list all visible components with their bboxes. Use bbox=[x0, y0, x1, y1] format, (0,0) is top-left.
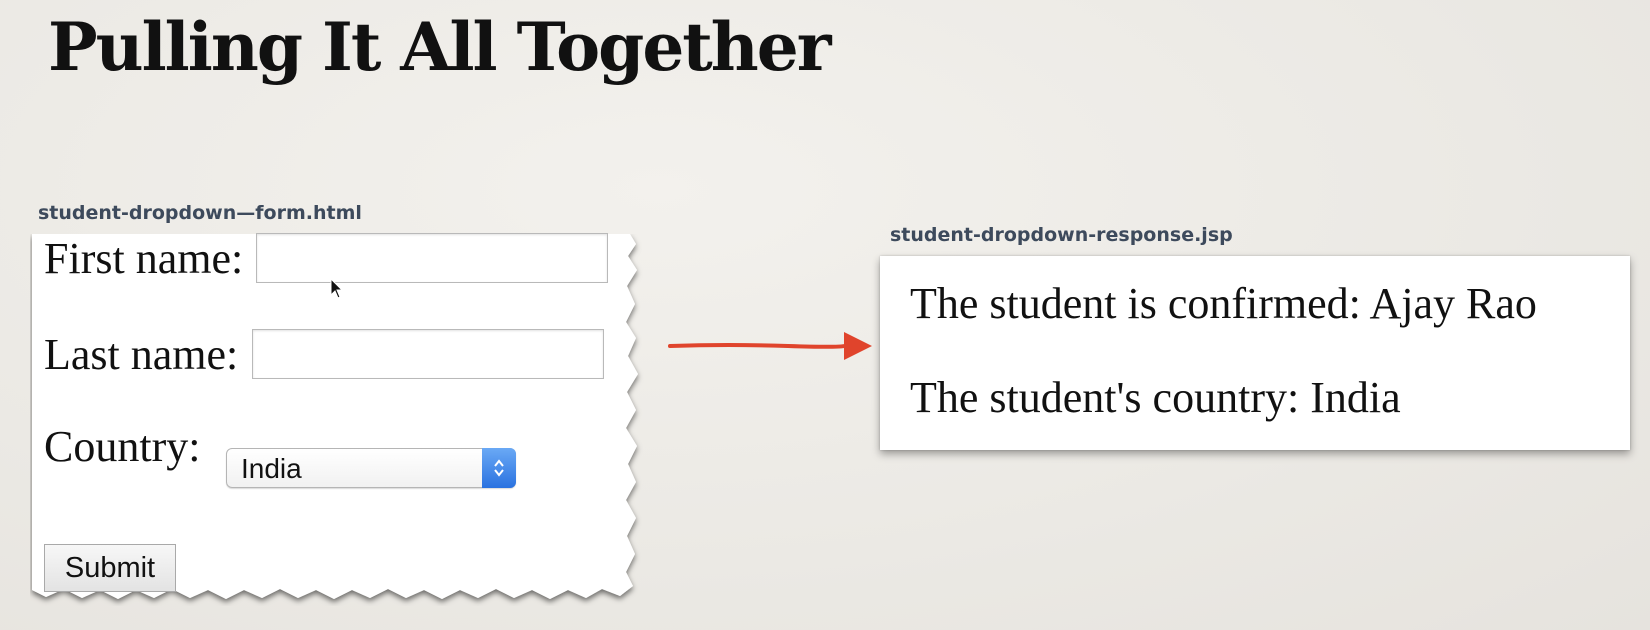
country-select-value: India bbox=[241, 453, 302, 484]
slide-title: Pulling It All Together bbox=[48, 8, 832, 86]
country-text: The student's country: India bbox=[910, 373, 1401, 422]
select-arrows-icon[interactable] bbox=[482, 448, 516, 488]
form-screenshot-panel: First name: Last name: Country: India Su… bbox=[30, 233, 652, 606]
form-file-label: student-dropdown—form.html bbox=[38, 202, 362, 224]
country-select[interactable]: India bbox=[226, 448, 516, 488]
response-screenshot-panel: The student is confirmed: Ajay Rao The s… bbox=[880, 256, 1630, 450]
mouse-cursor-icon bbox=[330, 278, 344, 299]
country-label: Country: bbox=[44, 422, 201, 471]
submit-button[interactable]: Submit bbox=[44, 544, 176, 592]
flow-arrow-icon bbox=[668, 332, 872, 360]
last-name-label: Last name: bbox=[44, 330, 239, 379]
last-name-input[interactable] bbox=[252, 329, 604, 379]
confirmation-text: The student is confirmed: Ajay Rao bbox=[910, 279, 1537, 328]
response-file-label: student-dropdown-response.jsp bbox=[890, 224, 1233, 246]
first-name-input[interactable] bbox=[256, 233, 608, 283]
first-name-label: First name: bbox=[44, 234, 244, 283]
